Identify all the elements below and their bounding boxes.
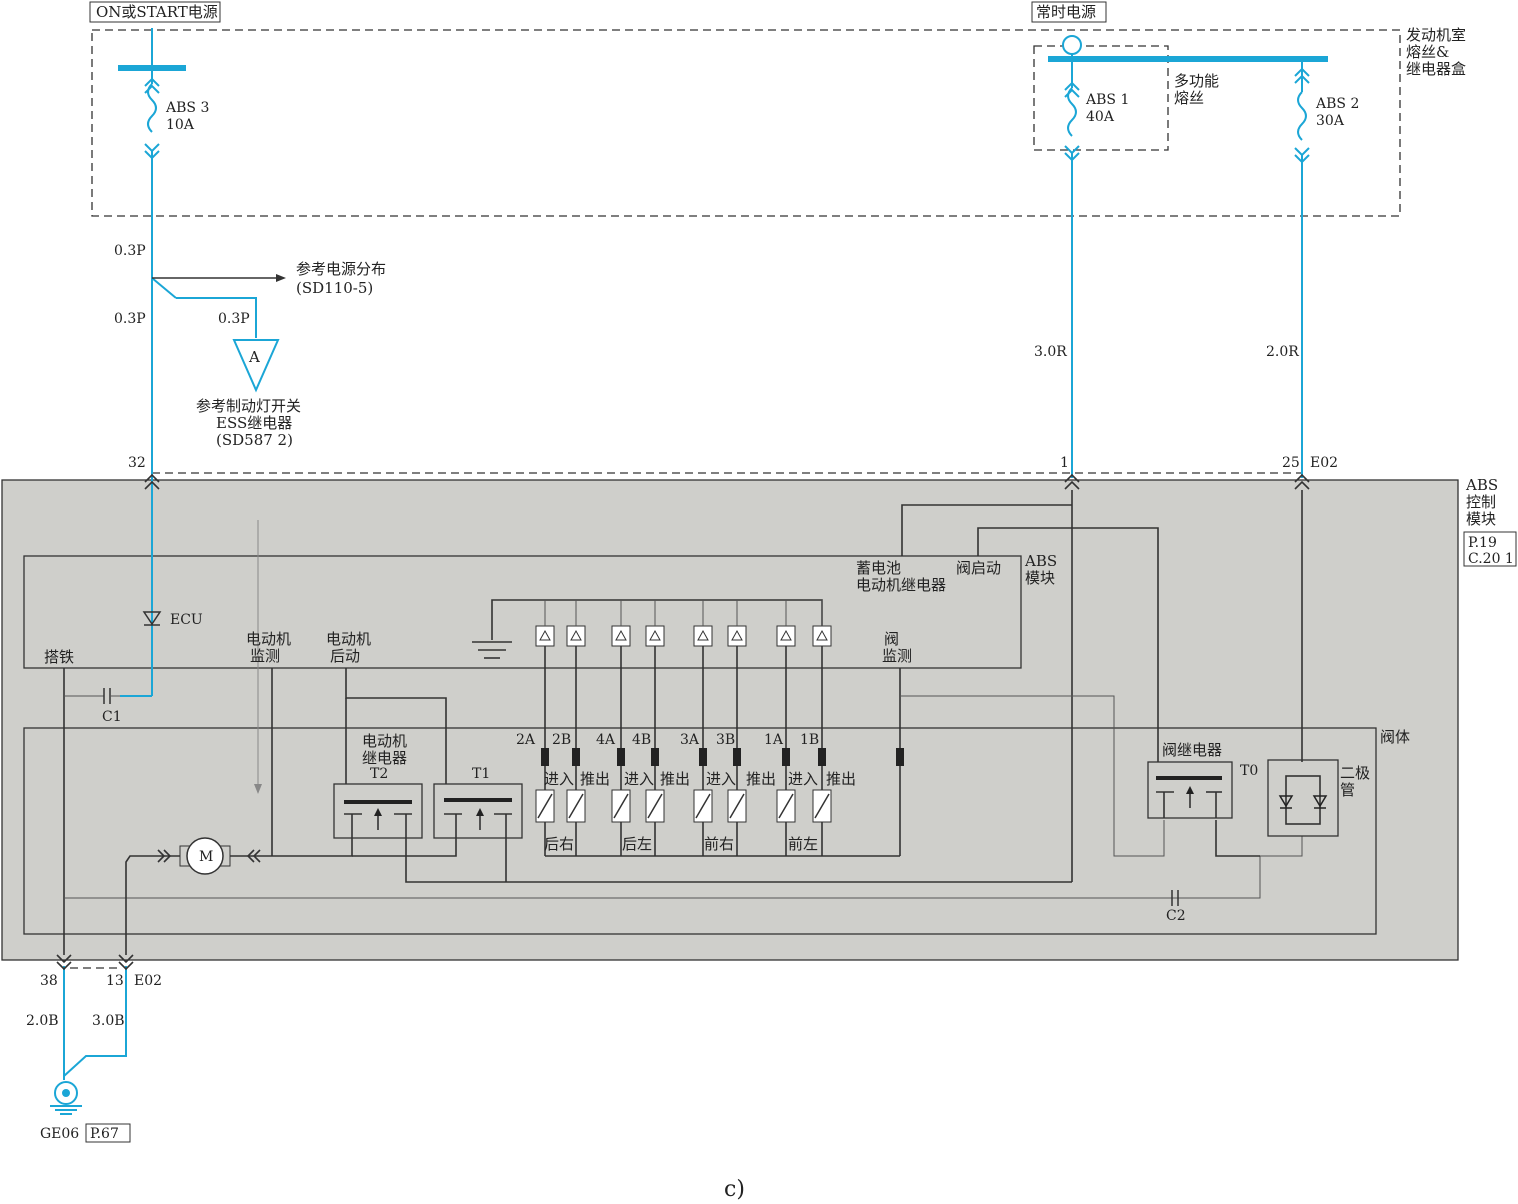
motor-relay-l1: 电动机 [362,732,407,750]
battery-relay-l2: 电动机继电器 [856,576,946,594]
valve-io-label: 进入 [624,770,654,788]
fuse-abs1-name: ABS 1 [1085,92,1129,108]
connector-e02-bottom: E02 [134,973,162,989]
valve-pin-label: 2A [516,732,536,748]
brake-ref-l3: (SD587 2) [216,431,293,449]
fuse-abs1-rating: 40A [1086,109,1115,125]
brake-ref-l2: ESS继电器 [216,414,292,432]
relay-t2-label: T2 [370,766,388,782]
valve-io-label: 推出 [660,770,690,788]
motor-label: M [199,849,213,865]
ign-power-label: ON或START电源 [96,3,218,21]
connector-a-label: A [248,348,260,366]
motor-relay-l2: 继电器 [362,749,407,767]
motor-start-l1: 电动机 [326,630,371,648]
fuse-abs3-name: ABS 3 [165,100,209,116]
brake-ref-l1: 参考制动灯开关 [196,397,301,415]
valve-io-label: 进入 [788,770,818,788]
valve-io-label: 推出 [826,770,856,788]
constant-power-terminal [1062,35,1082,55]
wire-30b: 3.0B [92,1013,125,1029]
power-dist-ref-l2: (SD110-5) [296,279,373,297]
fuse-abs3-rating: 10A [166,117,195,133]
ground-ref-page: P.67 [90,1126,119,1142]
valve-pin-label: 4B [632,732,651,748]
module-title-l2: 控制 [1466,493,1496,511]
fuse-box-title-l3: 继电器盒 [1406,60,1466,78]
valve-pin-label: 4A [596,732,616,748]
abs-circuit-diagram: ON或START电源 常时电源 发动机室 熔丝& 继电器盒 多功能 熔丝 ABS… [1,1,1517,1202]
fuse-abs2-name: ABS 2 [1315,96,1359,112]
wheel-label: 后右 [544,835,574,853]
abs-module-area [1,479,1459,961]
valve-monitor-l1: 阀 [884,630,899,648]
valve-io-label: 推出 [580,770,610,788]
wire-20b: 2.0B [26,1013,59,1029]
pin-32: 32 [128,455,146,471]
wire-03p-top: 0.3P [114,243,146,259]
valve-io-label: 进入 [544,770,574,788]
module-page-ref-2: C.20 1 [1468,551,1514,567]
valve-pin-label: 3B [716,732,735,748]
valve-io-label: 进入 [706,770,736,788]
module-title-l1: ABS [1465,476,1498,494]
capacitor-c2-label: C2 [1166,908,1186,924]
multi-fuse-label-l1: 多功能 [1174,72,1219,90]
ground-ref-name: GE06 [40,1126,79,1142]
relay-t1-label: T1 [472,766,490,782]
valve-monitor-l2: 监测 [882,647,912,665]
battery-relay-l1: 蓄电池 [856,559,901,577]
connector-e02-top: E02 [1310,455,1338,471]
fuse-box-title-l2: 熔丝& [1406,43,1449,61]
wire-03p-branch: 0.3P [218,311,250,327]
constant-power-label: 常时电源 [1036,3,1096,21]
motor-monitor-l2: 监测 [250,647,280,665]
abs-block-label-l1: ABS [1024,552,1057,570]
wire-20r: 2.0R [1266,344,1299,360]
module-title-l3: 模块 [1466,510,1496,528]
pin-38: 38 [40,973,58,989]
figure-caption: c) [724,1177,745,1202]
valve-relay-label: 阀继电器 [1162,741,1222,759]
fuse-abs2-rating: 30A [1316,113,1345,129]
valve-pin-label: 1A [764,732,784,748]
multi-fuse-label-l2: 熔丝 [1174,89,1204,107]
valve-body-label: 阀体 [1380,728,1410,746]
valve-pin-label: 1B [800,732,819,748]
abs-block-label-l2: 模块 [1025,569,1055,587]
diode-label-l1: 二极 [1340,764,1370,782]
motor-start-l2: 后动 [330,647,360,665]
wire-30r: 3.0R [1034,344,1067,360]
diode-label-l2: 管 [1340,781,1355,799]
valve-pin-label: 2B [552,732,571,748]
motor-monitor-l1: 电动机 [246,630,291,648]
valve-pin-label: 3A [680,732,700,748]
ecu-label: ECU [170,612,203,628]
wheel-label: 后左 [622,835,652,853]
pin-1: 1 [1060,455,1069,471]
power-dist-ref-l1: 参考电源分布 [296,260,386,278]
wire-03p-mid: 0.3P [114,311,146,327]
wheel-label: 前左 [788,835,818,853]
pin-13: 13 [106,973,124,989]
valve-start-label: 阀启动 [956,559,1001,577]
wheel-label: 前右 [704,835,734,853]
valve-io-label: 推出 [746,770,776,788]
fuse-box-title-l1: 发动机室 [1406,26,1466,44]
ground-label: 搭铁 [44,648,74,666]
relay-t0-label: T0 [1240,763,1258,779]
capacitor-c1-label: C1 [102,709,122,725]
module-page-ref-1: P.19 [1468,535,1497,551]
pin-25: 25 [1282,455,1300,471]
